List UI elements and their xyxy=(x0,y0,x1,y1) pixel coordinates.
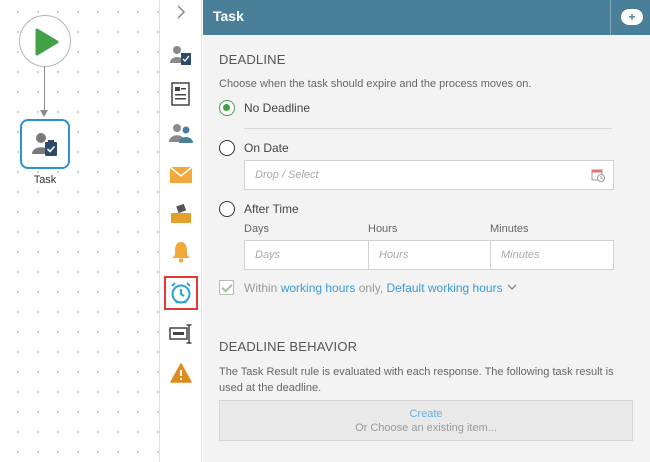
minutes-input[interactable]: Minutes xyxy=(491,241,613,269)
working-hours-text: Within working hours only, Default worki… xyxy=(244,281,503,295)
deadline-hint: Choose when the task should expire and t… xyxy=(219,78,532,90)
task-settings-toolbar xyxy=(160,0,202,462)
toolbar-text-field[interactable] xyxy=(166,319,196,349)
email-icon xyxy=(170,167,192,183)
radio-after-time[interactable] xyxy=(219,201,235,217)
calendar-icon[interactable] xyxy=(591,168,605,182)
task-properties-panel: Task + DEADLINE Choose when the task sho… xyxy=(203,0,650,462)
working-hours-middle: only, xyxy=(355,281,387,295)
radio-label-no-deadline: No Deadline xyxy=(244,101,311,115)
panel-header: Task + xyxy=(203,0,650,35)
toolbar-form[interactable] xyxy=(166,79,196,109)
minutes-placeholder: Minutes xyxy=(501,249,540,261)
minutes-label: Minutes xyxy=(490,223,529,235)
date-input[interactable]: Drop / Select xyxy=(244,160,614,190)
chevron-down-icon[interactable] xyxy=(507,282,517,292)
radio-on-date[interactable] xyxy=(219,140,235,156)
task-assign-icon xyxy=(170,46,191,65)
radio-no-deadline[interactable] xyxy=(219,100,235,116)
working-hours-checkbox[interactable] xyxy=(219,280,234,295)
form-icon xyxy=(171,82,190,106)
connector-line xyxy=(44,67,45,113)
hours-input[interactable]: Hours xyxy=(369,241,490,269)
add-icon: + xyxy=(628,10,636,24)
toolbar-notification[interactable] xyxy=(166,237,196,267)
warning-icon xyxy=(170,363,192,383)
start-node[interactable] xyxy=(19,15,71,67)
radio-label-after-time: After Time xyxy=(244,202,299,216)
days-label: Days xyxy=(244,223,270,235)
connector-arrowhead xyxy=(40,110,48,117)
play-icon xyxy=(35,28,59,56)
deadline-behavior-text: The Task Result rule is evaluated with e… xyxy=(219,366,614,394)
create-link[interactable]: Create xyxy=(220,408,632,420)
toolbar-deadline[interactable] xyxy=(164,276,198,310)
toolbar-email[interactable] xyxy=(166,160,196,190)
header-divider xyxy=(610,0,611,35)
deadline-heading: DEADLINE xyxy=(219,52,286,67)
collapse-panel-button[interactable] xyxy=(173,4,189,24)
task-result-picker: Create Or Choose an existing item... xyxy=(219,400,633,441)
hours-placeholder: Hours xyxy=(379,249,409,261)
text-field-icon xyxy=(169,324,192,344)
toolbar-users[interactable] xyxy=(166,118,196,148)
days-placeholder: Days xyxy=(255,249,281,261)
choose-existing-link[interactable]: Or Choose an existing item... xyxy=(220,422,632,434)
working-hours-prefix: Within xyxy=(244,281,281,295)
task-node-label: Task xyxy=(33,174,57,186)
toolbar-inbox[interactable] xyxy=(166,198,196,228)
alarm-clock-icon xyxy=(171,282,191,304)
radio-label-on-date: On Date xyxy=(244,141,289,155)
toolbar-task-assign[interactable] xyxy=(166,40,196,70)
users-icon xyxy=(169,124,193,143)
add-button[interactable]: + xyxy=(621,9,643,25)
toolbar-warnings[interactable] xyxy=(166,358,196,388)
task-node[interactable] xyxy=(20,119,70,169)
working-hours-link[interactable]: working hours xyxy=(281,281,356,295)
panel-title: Task xyxy=(213,8,244,24)
deadline-behavior-heading: DEADLINE BEHAVIOR xyxy=(219,339,358,354)
chevron-right-icon xyxy=(177,5,186,19)
divider xyxy=(244,128,612,129)
date-input-placeholder: Drop / Select xyxy=(255,169,319,181)
inbox-icon xyxy=(171,203,191,223)
hours-label: Hours xyxy=(368,223,398,235)
days-input[interactable]: Days xyxy=(245,241,368,269)
duration-inputs: Days Hours Minutes xyxy=(244,240,614,270)
default-working-hours-link[interactable]: Default working hours xyxy=(387,281,503,295)
process-canvas[interactable]: Task xyxy=(0,0,160,462)
bell-icon xyxy=(172,242,190,263)
task-user-icon xyxy=(32,133,57,156)
